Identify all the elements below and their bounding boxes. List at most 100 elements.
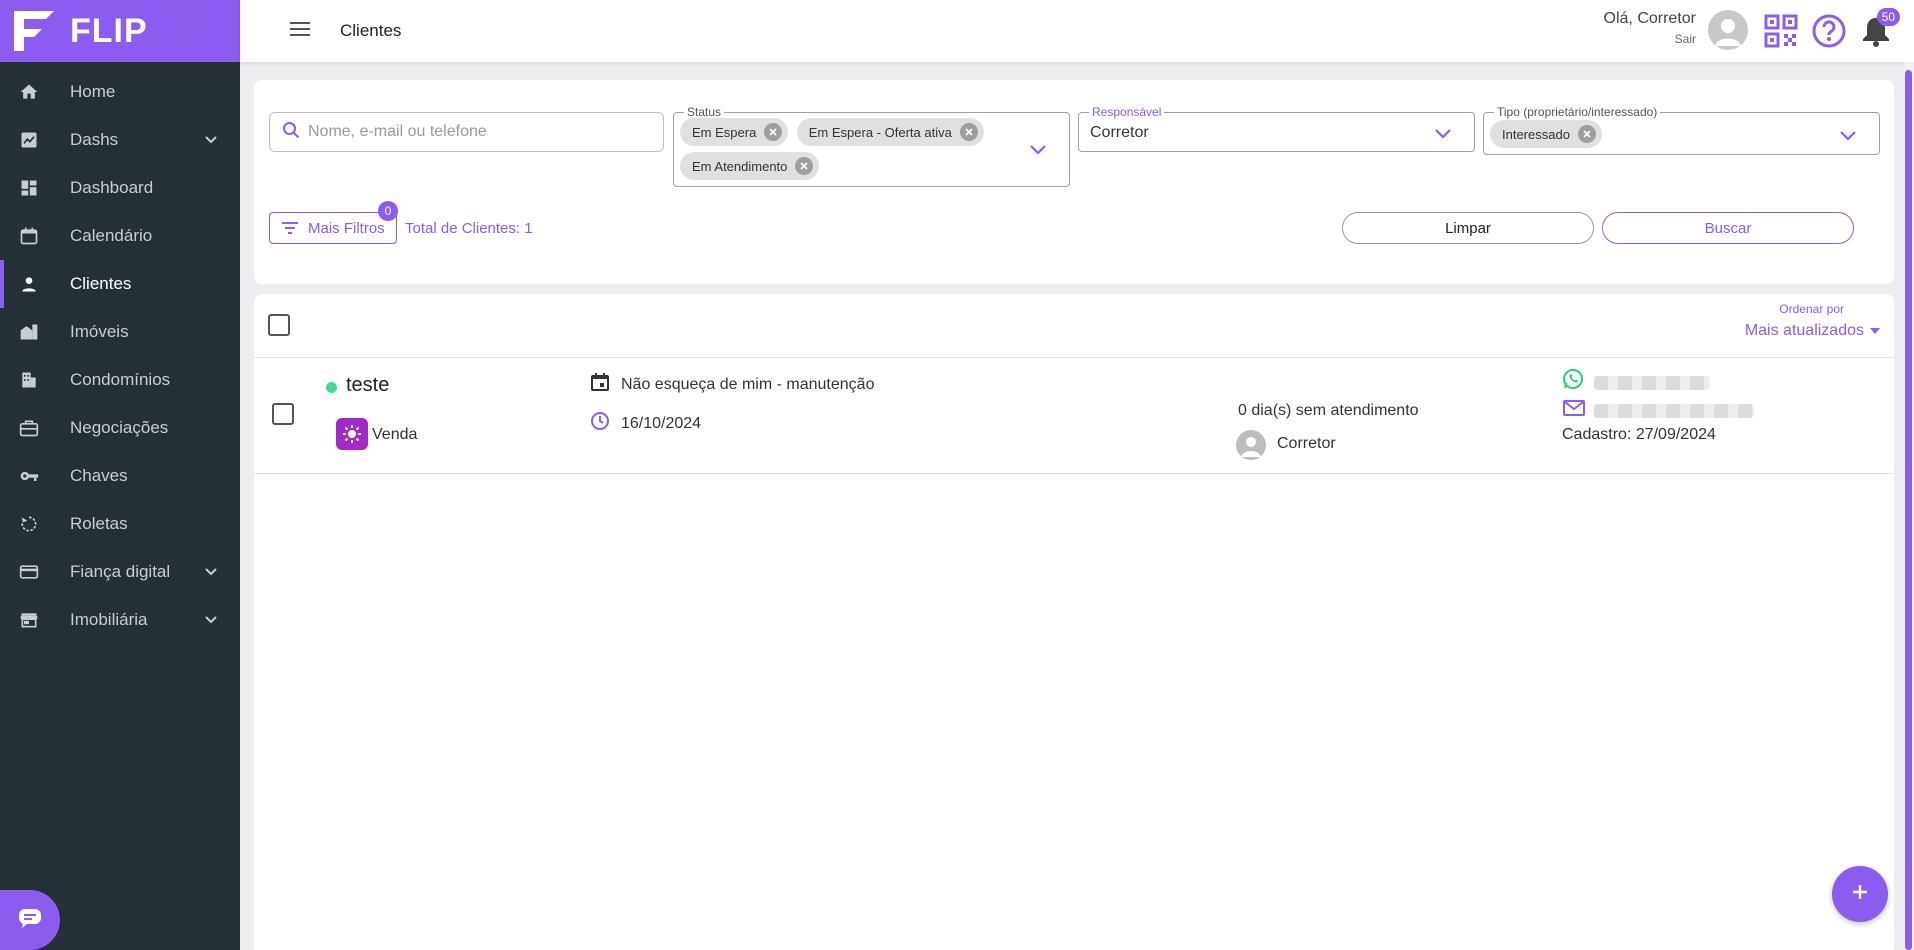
sidebar-item-label: Roletas xyxy=(70,514,128,533)
chevron-down-icon[interactable] xyxy=(1029,143,1047,161)
status-chip: Em Atendimento xyxy=(680,152,820,180)
sidebar-item-label: Dashboard xyxy=(70,178,154,197)
order-by-select[interactable]: Mais atualizados xyxy=(1745,322,1880,340)
person-icon xyxy=(18,273,40,295)
qr-code-icon[interactable] xyxy=(1764,14,1798,53)
hamburger-icon xyxy=(290,21,310,42)
avatar[interactable] xyxy=(1708,10,1748,50)
sidebar-item-home[interactable]: Home xyxy=(0,68,240,116)
sidebar-item-imobiliaria[interactable]: Imobiliária xyxy=(0,596,240,644)
sidebar-item-roletas[interactable]: Roletas xyxy=(0,500,240,548)
status-chip: Em Espera - Oferta ativa xyxy=(796,118,984,146)
app-name: FLIP xyxy=(70,11,148,50)
responsavel-value: Corretor xyxy=(1090,124,1149,141)
filter-panel: Status Em Espera Em Espera - Oferta ativ… xyxy=(254,80,1894,284)
more-filters-button[interactable]: Mais Filtros 0 xyxy=(269,201,398,244)
sidebar: FLIP Home Dashs Dashboard Calendário Cli… xyxy=(0,0,240,950)
sidebar-item-dashboard[interactable]: Dashboard xyxy=(0,164,240,212)
chip-remove-icon[interactable] xyxy=(764,123,783,141)
search-button[interactable]: Buscar xyxy=(1602,212,1854,244)
row-checkbox[interactable] xyxy=(272,403,294,425)
sidebar-item-label: Imobiliária xyxy=(70,610,148,629)
status-chip: Em Espera xyxy=(680,118,789,146)
chip-label: Em Espera xyxy=(692,124,757,140)
tipo-chip: Interessado xyxy=(1490,120,1602,148)
chip-remove-icon[interactable] xyxy=(795,157,814,175)
apartment-icon xyxy=(18,369,40,391)
caret-down-icon xyxy=(1870,328,1880,334)
trend-chart-icon xyxy=(18,129,40,151)
status-dot xyxy=(326,382,337,393)
sidebar-item-label: Negociações xyxy=(70,418,169,437)
logo-bar[interactable]: FLIP xyxy=(0,0,240,62)
user-greeting: Olá, Corretor xyxy=(1603,10,1696,27)
page-title: Clientes xyxy=(340,21,402,40)
chevron-down-icon[interactable] xyxy=(1434,127,1452,145)
mail-icon[interactable] xyxy=(1563,399,1585,422)
sidebar-item-negociacoes[interactable]: Negociações xyxy=(0,404,240,452)
status-select[interactable]: Status Em Espera Em Espera - Oferta ativ… xyxy=(673,105,1070,187)
total-clients: Total de Clientes: 1 xyxy=(405,220,533,237)
calendar-icon xyxy=(18,225,40,247)
search-icon xyxy=(282,121,300,144)
tipo-select[interactable]: Tipo (proprietário/interessado) Interess… xyxy=(1483,105,1880,155)
sidebar-item-label: Calendário xyxy=(70,226,153,245)
sidebar-item-dashs[interactable]: Dashs xyxy=(0,116,240,164)
sidebar-item-clientes[interactable]: Clientes xyxy=(0,260,240,308)
user-info: Olá, Corretor Sair xyxy=(1604,10,1696,46)
registration-date: Cadastro: 27/09/2024 xyxy=(1562,426,1716,443)
divider xyxy=(254,473,1894,474)
reminder-date: 16/10/2024 xyxy=(621,415,702,432)
chip-remove-icon[interactable] xyxy=(1577,125,1596,143)
chevron-down-icon[interactable] xyxy=(1839,129,1857,147)
filter-list-icon xyxy=(282,222,298,234)
top-header: Clientes Olá, Corretor Sair 50 xyxy=(240,0,1914,62)
responsible-avatar xyxy=(1236,430,1266,460)
sidebar-item-label: Dashs xyxy=(70,130,119,149)
building-icon xyxy=(18,321,40,343)
chat-icon xyxy=(17,906,43,935)
sidebar-item-label: Fiança digital xyxy=(70,562,171,581)
clear-button[interactable]: Limpar xyxy=(1342,212,1594,244)
add-client-button[interactable] xyxy=(1832,866,1888,922)
menu-toggle-button[interactable] xyxy=(280,11,320,51)
search-field[interactable] xyxy=(269,112,664,152)
chip-remove-icon[interactable] xyxy=(959,123,978,141)
sun-icon xyxy=(336,418,368,450)
client-tag: Venda xyxy=(372,426,418,443)
table-row[interactable]: teste Venda Não esqueça de mim - manuten… xyxy=(254,358,1894,468)
chip-label: Interessado xyxy=(1502,126,1570,142)
sidebar-item-label: Clientes xyxy=(70,274,132,293)
rotate-icon xyxy=(18,513,40,535)
sidebar-item-imoveis[interactable]: Imóveis xyxy=(0,308,240,356)
search-input[interactable] xyxy=(308,123,648,141)
status-chips: Em Espera Em Espera - Oferta ativa Em At… xyxy=(678,115,1018,183)
chat-button[interactable] xyxy=(0,890,60,950)
select-all-checkbox[interactable] xyxy=(268,314,290,336)
sidebar-item-label: Chaves xyxy=(70,466,128,485)
notification-count-badge: 50 xyxy=(1876,8,1900,26)
flip-logo-icon xyxy=(12,9,56,53)
dashboard-icon xyxy=(18,177,40,199)
whatsapp-icon[interactable] xyxy=(1562,368,1584,395)
sidebar-nav: Home Dashs Dashboard Calendário Clientes… xyxy=(0,68,240,644)
chip-label: Em Atendimento xyxy=(692,158,788,174)
sidebar-item-fianca-digital[interactable]: Fiança digital xyxy=(0,548,240,596)
reminder-text: Não esqueça de mim - manutenção xyxy=(621,376,875,393)
chevron-down-icon xyxy=(204,132,218,152)
responsavel-select[interactable]: Responsável Corretor xyxy=(1078,105,1475,152)
sidebar-item-label: Imóveis xyxy=(70,322,129,341)
sidebar-item-condominios[interactable]: Condomínios xyxy=(0,356,240,404)
plus-icon xyxy=(1851,883,1869,906)
event-icon xyxy=(590,372,610,397)
client-name[interactable]: teste xyxy=(346,374,389,397)
sidebar-item-chaves[interactable]: Chaves xyxy=(0,452,240,500)
chip-label: Em Espera - Oferta ativa xyxy=(808,124,952,140)
logout-link[interactable]: Sair xyxy=(1604,32,1696,46)
help-icon[interactable] xyxy=(1812,14,1846,53)
sidebar-item-calendario[interactable]: Calendário xyxy=(0,212,240,260)
briefcase-icon xyxy=(18,417,40,439)
sidebar-item-label: Home xyxy=(70,82,116,101)
sidebar-item-label: Condomínios xyxy=(70,370,171,389)
scrollbar-thumb[interactable] xyxy=(1905,70,1912,950)
